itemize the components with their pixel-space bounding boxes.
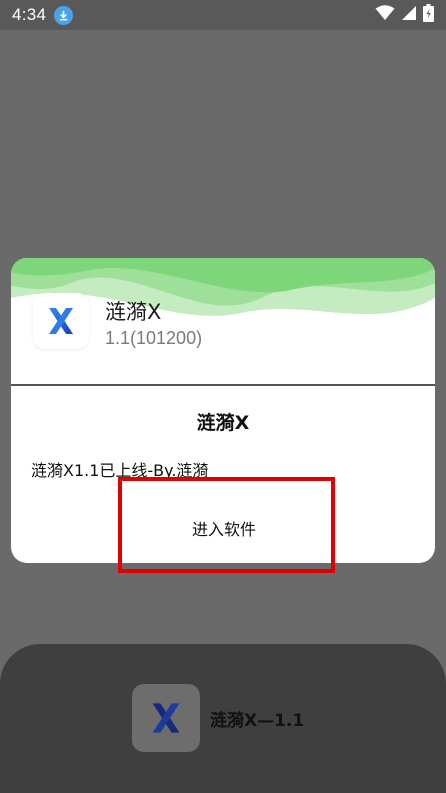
- dialog-header: 涟漪X 1.1(101200): [11, 258, 435, 384]
- highlight-box: [118, 477, 335, 573]
- dialog-title: 涟漪X: [196, 412, 250, 434]
- bottom-app-icon: [132, 684, 200, 752]
- app-name: 涟漪X: [105, 300, 162, 324]
- wifi-icon: [375, 5, 395, 25]
- status-icons: [375, 4, 434, 26]
- download-icon: [54, 5, 74, 25]
- bottom-card-title: 涟漪X—1.1: [210, 711, 305, 731]
- signal-icon: [401, 5, 417, 25]
- status-bar: 4:34: [0, 0, 446, 30]
- status-time: 4:34: [12, 5, 47, 24]
- app-icon: [33, 293, 89, 349]
- app-version: 1.1(101200): [105, 328, 203, 348]
- divider: [11, 384, 435, 386]
- bottom-card: 涟漪X—1.1: [0, 644, 446, 793]
- battery-icon: [423, 4, 434, 26]
